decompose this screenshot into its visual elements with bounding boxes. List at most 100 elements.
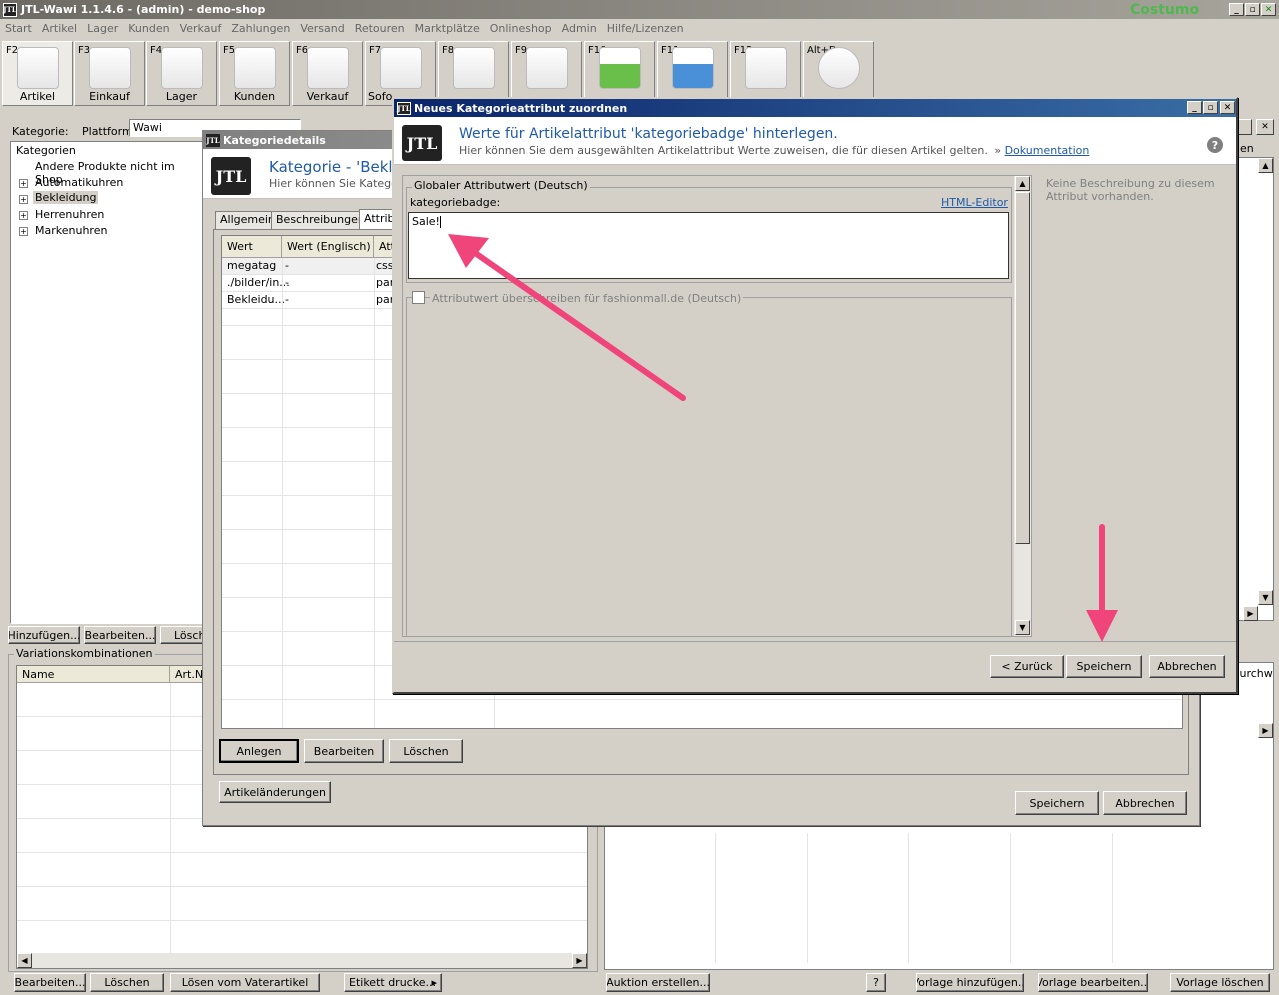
right-upper-grid[interactable]: ▲ ▼ <box>1236 157 1274 621</box>
abbrechen-button[interactable]: Abbrechen <box>1149 655 1225 678</box>
menu-lager[interactable]: Lager <box>87 22 118 38</box>
html-editor-link[interactable]: HTML-Editor <box>941 196 1008 209</box>
scroll-down-icon[interactable]: ▼ <box>1015 620 1030 635</box>
app-titlebar: JTL JTL-Wawi 1.1.4.6 - (admin) - demo-sh… <box>0 0 1279 19</box>
text-cursor <box>439 216 441 228</box>
dialog-minimize-button[interactable]: _ <box>1187 101 1202 114</box>
zurueck-button[interactable]: < Zurück <box>990 655 1064 678</box>
attr-bearbeiten-button[interactable]: Bearbeiten <box>304 739 384 763</box>
scroll-right-icon[interactable]: ▶ <box>1258 723 1273 738</box>
help-button[interactable]: ? <box>866 973 886 992</box>
override-label[interactable]: Attributwert überschreiben für fashionma… <box>430 292 744 305</box>
tree-item-herrenuhren[interactable]: Herrenuhren <box>35 208 104 221</box>
scroll-down-icon[interactable]: ▼ <box>1258 590 1273 605</box>
etikett-drucken-button[interactable]: Etikett drucke... ▸ <box>344 973 442 992</box>
scroll-up-icon[interactable]: ▲ <box>1015 176 1030 191</box>
toolbar-lager-button[interactable]: F4 Lager <box>146 41 217 106</box>
upload-icon <box>380 47 422 89</box>
menu-verkauf[interactable]: Verkauf <box>180 22 222 38</box>
loesen-vaterartikel-button[interactable]: Lösen vom Vaterartikel <box>170 973 320 992</box>
jtl-logo-icon: JTL <box>402 125 442 161</box>
horizontal-scrollbar[interactable]: ◀ ▶ <box>17 953 587 968</box>
scroll-thumb[interactable] <box>1015 192 1030 544</box>
toolbar-einkauf-button[interactable]: F3 Einkauf <box>74 41 145 106</box>
scroll-up-icon[interactable]: ▲ <box>1258 158 1273 173</box>
artikelaenderungen-button[interactable]: Artikeländerungen <box>219 781 331 803</box>
global-attribute-title: Globaler Attributwert (Deutsch) <box>412 179 590 192</box>
kat-speichern-button[interactable]: Speichern <box>1015 791 1099 815</box>
menu-zahlungen[interactable]: Zahlungen <box>231 22 290 38</box>
col-header-wert[interactable]: Wert <box>222 236 282 258</box>
menu-admin[interactable]: Admin <box>562 22 597 38</box>
maximize-button[interactable]: ▫ <box>1245 3 1260 16</box>
dialog-subtitle-line: Hier können Sie dem ausgewählten Artikel… <box>459 144 1089 157</box>
tree-item-markenuhren[interactable]: Markenuhren <box>35 224 107 237</box>
toolbar-artikel-button[interactable]: F2 Artikel <box>2 41 73 106</box>
toolbar-verkauf-button[interactable]: F6 Verkauf <box>292 41 363 106</box>
attribut-dialog: JTL Neues Kategorieattribut zuordnen _ ▫… <box>392 97 1238 694</box>
menu-onlineshop[interactable]: Onlineshop <box>490 22 552 38</box>
cart-icon <box>307 47 349 89</box>
menu-versand[interactable]: Versand <box>300 22 344 38</box>
kat-abbrechen-button[interactable]: Abbrechen <box>1103 791 1187 815</box>
menu-marktplaetze[interactable]: Marktplätze <box>415 22 480 38</box>
variations-title: Variationskombinationen <box>14 647 155 660</box>
expand-icon[interactable]: + <box>19 211 28 220</box>
attribute-description: Keine Beschreibung zu diesem Attribut vo… <box>1046 177 1215 203</box>
panel-close-button[interactable]: ✕ <box>1256 119 1274 135</box>
auktion-erstellen-button[interactable]: Auktion erstellen... <box>606 973 710 992</box>
field-label: kategoriebadge: <box>410 196 501 209</box>
attribut-dialog-titlebar: JTL Neues Kategorieattribut zuordnen _ ▫… <box>394 99 1236 117</box>
toolbar-kunden-button[interactable]: F5 Kunden <box>219 41 290 106</box>
menu-start[interactable]: Start <box>5 22 32 38</box>
bearbeiten-button[interactable]: Bearbeiten... <box>84 626 156 644</box>
menu-kunden[interactable]: Kunden <box>128 22 169 38</box>
kategorie-label: Kategorie: <box>12 125 69 138</box>
close-button[interactable]: ✕ <box>1261 3 1276 16</box>
tab-beschreibungen[interactable]: Beschreibungen <box>271 211 370 229</box>
minimize-button[interactable]: _ <box>1229 3 1244 16</box>
kat-subtitle: Hier können Sie Kategori <box>269 177 406 190</box>
vorlage-bearbeiten-button[interactable]: Vorlage bearbeiten... <box>1038 973 1148 992</box>
override-checkbox[interactable] <box>412 291 425 304</box>
attribute-value-textarea[interactable]: Sale! <box>408 212 1009 279</box>
dialog-close-button[interactable]: ✕ <box>1220 101 1235 114</box>
jtl-logo-icon: JTL <box>397 101 411 115</box>
col-header-wert-englisch[interactable]: Wert (Englisch) <box>282 236 374 258</box>
var-bearbeiten-button[interactable]: Bearbeiten... <box>14 973 86 992</box>
vorlage-loeschen-button[interactable]: Vorlage löschen <box>1170 973 1270 992</box>
dokumentation-link[interactable]: Dokumentation <box>1005 144 1090 157</box>
expand-icon[interactable]: + <box>19 195 28 204</box>
category-tree[interactable]: Kategorien Andere Produkte nicht im Shop… <box>10 141 204 624</box>
help-icon[interactable]: ? <box>1207 137 1223 153</box>
menu-retouren[interactable]: Retouren <box>355 22 405 38</box>
menu-bar: Start Artikel Lager Kunden Verkauf Zahlu… <box>5 22 694 38</box>
tree-item-bekleidung[interactable]: Bekleidung <box>33 191 99 204</box>
attr-loeschen-button[interactable]: Löschen <box>389 739 463 763</box>
scroll-left-icon[interactable]: ◀ <box>17 953 32 968</box>
expand-icon[interactable]: + <box>19 227 28 236</box>
scroll-right-icon[interactable]: ▶ <box>1243 606 1258 621</box>
menu-artikel[interactable]: Artikel <box>42 22 77 38</box>
dialog-vertical-scrollbar[interactable]: ▲ ▼ <box>1014 176 1031 636</box>
anlegen-button[interactable]: Anlegen <box>219 739 299 763</box>
grid-column-divider <box>715 833 716 963</box>
dialog-maximize-button[interactable]: ▫ <box>1203 101 1218 114</box>
tree-item-automatikuhren[interactable]: Automatikuhren <box>35 176 123 189</box>
dashboard-icon <box>818 47 860 89</box>
vorlage-hinzufuegen-button[interactable]: Vorlage hinzufügen... <box>916 973 1024 992</box>
col-header-name[interactable]: Name <box>17 666 170 683</box>
tree-root[interactable]: Kategorien <box>16 144 76 157</box>
dialog-heading: Werte für Artikelattribut 'kategoriebadg… <box>459 126 838 142</box>
hinzufuegen-button[interactable]: Hinzufügen... <box>8 626 80 644</box>
menu-hilfe[interactable]: Hilfe/Lizenzen <box>607 22 684 38</box>
doc-arrow-icon: » <box>994 144 1002 157</box>
loeschen-button[interactable]: Lösch <box>160 626 204 644</box>
expand-icon[interactable]: + <box>19 179 28 188</box>
scroll-right-icon[interactable]: ▶ <box>572 953 587 968</box>
grid-column-divider <box>374 258 375 728</box>
speichern-button[interactable]: Speichern <box>1066 655 1142 678</box>
report-icon <box>745 47 787 89</box>
panel-nav-button[interactable] <box>1238 119 1252 135</box>
var-loeschen-button[interactable]: Löschen <box>90 973 164 992</box>
